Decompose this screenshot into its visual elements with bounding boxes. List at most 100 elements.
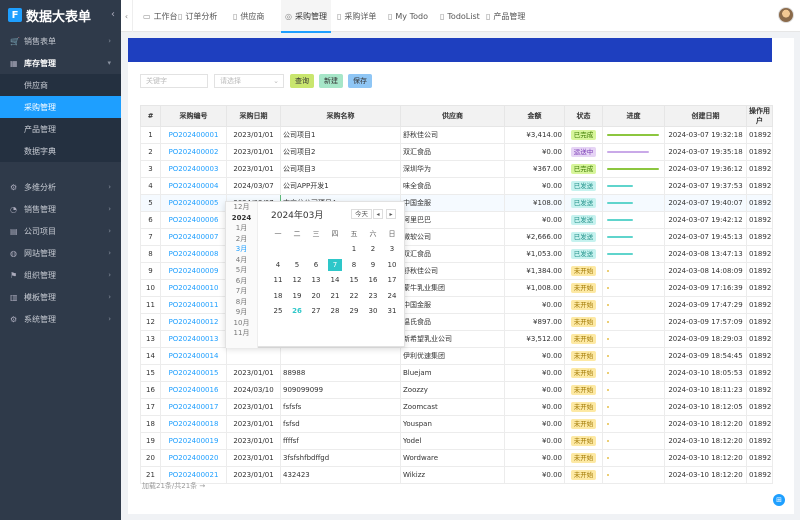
- table-row[interactable]: 19 PO202400019 2023/01/01 ffffsf Yodel ¥0.00 未…: [140, 432, 773, 450]
- column-header[interactable]: #: [140, 105, 161, 127]
- tab-item[interactable]: ▯ TodoList: [436, 0, 484, 32]
- calendar-day[interactable]: 24: [385, 290, 399, 302]
- month-option[interactable]: 9月: [226, 307, 257, 318]
- month-option[interactable]: 8月: [226, 297, 257, 308]
- table-row[interactable]: 20 PO202400020 2023/01/01 3fsfshfbdffgd Word…: [140, 449, 773, 467]
- keyword-input[interactable]: 关键字: [140, 74, 208, 88]
- calendar-day[interactable]: 2: [366, 243, 380, 255]
- purchase-code-link[interactable]: PO202400019: [160, 432, 227, 450]
- calendar-day[interactable]: 28: [328, 305, 342, 317]
- sidebar-item[interactable]: ▦ 库存管理 ▾: [0, 52, 121, 74]
- sidebar-item[interactable]: ◔ 销售管理 ›: [0, 198, 121, 220]
- purchase-code-link[interactable]: PO202400015: [160, 364, 227, 382]
- sidebar-subitem[interactable]: 供应商: [0, 74, 121, 96]
- calendar-day[interactable]: 30: [366, 305, 380, 317]
- purchase-code-link[interactable]: PO202400005: [160, 194, 227, 212]
- month-option[interactable]: 11月: [226, 328, 257, 339]
- purchase-code-link[interactable]: PO202400014: [160, 347, 227, 365]
- calendar-day[interactable]: 13: [309, 274, 323, 286]
- calendar-day[interactable]: 14: [328, 274, 342, 286]
- purchase-date[interactable]: 2023/01/01: [226, 466, 281, 484]
- calendar-day[interactable]: 17: [385, 274, 399, 286]
- purchase-name[interactable]: 公司项目1: [280, 126, 401, 144]
- purchase-code-link[interactable]: PO202400018: [160, 415, 227, 433]
- tab-item[interactable]: ▯ 订单分析: [174, 0, 221, 32]
- purchase-code-link[interactable]: PO202400017: [160, 398, 227, 416]
- purchase-date[interactable]: 2023/01/01: [226, 160, 281, 178]
- calendar-day[interactable]: 26: [290, 305, 304, 317]
- purchase-code-link[interactable]: PO202400009: [160, 262, 227, 280]
- save-button[interactable]: 保存: [348, 74, 372, 88]
- tab-item[interactable]: ▯ 产品管理: [482, 0, 529, 32]
- purchase-code-link[interactable]: PO202400016: [160, 381, 227, 399]
- calendar-day[interactable]: 22: [347, 290, 361, 302]
- purchase-code-link[interactable]: PO202400010: [160, 279, 227, 297]
- column-header[interactable]: 采购编号: [160, 105, 227, 127]
- purchase-name[interactable]: [280, 347, 401, 365]
- purchase-code-link[interactable]: PO202400012: [160, 313, 227, 331]
- date-picker-title[interactable]: 2024年03月: [271, 208, 323, 221]
- table-row[interactable]: 18 PO202400018 2023/01/01 fsfsd Youspan ¥0.00…: [140, 415, 773, 433]
- purchase-date[interactable]: 2024/03/10: [226, 381, 281, 399]
- calendar-day[interactable]: 18: [271, 290, 285, 302]
- column-header[interactable]: 供应商: [400, 105, 505, 127]
- tab-item[interactable]: ▯ My Todo: [384, 0, 432, 32]
- new-button[interactable]: 新建: [319, 74, 343, 88]
- purchase-date[interactable]: 2023/01/01: [226, 364, 281, 382]
- purchase-code-link[interactable]: PO202400020: [160, 449, 227, 467]
- purchase-date[interactable]: [226, 347, 281, 365]
- calendar-day[interactable]: 27: [309, 305, 323, 317]
- calendar-day[interactable]: 7: [328, 258, 342, 271]
- sidebar-item[interactable]: ⚑ 组织管理 ›: [0, 264, 121, 286]
- calendar-day[interactable]: 16: [366, 274, 380, 286]
- column-header[interactable]: 创建日期: [664, 105, 747, 127]
- tab-scroll-left-icon[interactable]: ‹: [121, 0, 133, 32]
- sidebar-subitem[interactable]: 采购管理: [0, 96, 121, 118]
- column-header[interactable]: 采购日期: [226, 105, 281, 127]
- table-row[interactable]: 14 PO202400014 伊利优速集团 ¥0.00 未开始 2024-03-09 18…: [140, 347, 773, 365]
- sidebar-item[interactable]: 🛒 销售表单 ›: [0, 30, 121, 52]
- month-option[interactable]: 1月: [226, 223, 257, 234]
- column-header[interactable]: 状态: [564, 105, 603, 127]
- purchase-code-link[interactable]: PO202400011: [160, 296, 227, 314]
- purchase-code-link[interactable]: PO202400004: [160, 177, 227, 195]
- purchase-date[interactable]: 2023/01/01: [226, 143, 281, 161]
- sidebar-item[interactable]: ◍ 网站管理 ›: [0, 242, 121, 264]
- purchase-code-link[interactable]: PO202400007: [160, 228, 227, 246]
- column-header[interactable]: 进度: [602, 105, 665, 127]
- column-header[interactable]: 金额: [504, 105, 565, 127]
- table-row[interactable]: 1 PO202400001 2023/01/01 公司项目1 舒秋佳公司 ¥3,414.0…: [140, 126, 773, 144]
- calendar-day[interactable]: 15: [347, 274, 361, 286]
- app-logo[interactable]: F 数据大表单: [0, 0, 121, 30]
- sidebar-item[interactable]: ▤ 公司项目 ›: [0, 220, 121, 242]
- purchase-code-link[interactable]: PO202400006: [160, 211, 227, 229]
- calendar-day[interactable]: 19: [290, 290, 304, 302]
- calendar-day[interactable]: 25: [271, 305, 285, 317]
- prev-month-icon[interactable]: ◂: [373, 209, 383, 219]
- calendar-day[interactable]: 23: [366, 290, 380, 302]
- purchase-name[interactable]: 432423: [280, 466, 401, 484]
- sidebar-subitem[interactable]: 数据字典: [0, 140, 121, 162]
- tab-item[interactable]: ▯ 供应商: [229, 0, 268, 32]
- calendar-day[interactable]: 11: [271, 274, 285, 286]
- purchase-name[interactable]: 公司项目2: [280, 143, 401, 161]
- purchase-date[interactable]: 2023/01/01: [226, 415, 281, 433]
- column-header[interactable]: 采购名称: [280, 105, 401, 127]
- calendar-day[interactable]: 5: [290, 259, 304, 271]
- month-option[interactable]: 4月: [226, 255, 257, 266]
- purchase-code-link[interactable]: PO202400001: [160, 126, 227, 144]
- table-row[interactable]: 3 PO202400003 2023/01/01 公司项目3 深圳华为 ¥367.00 已完…: [140, 160, 773, 178]
- month-option[interactable]: 6月: [226, 276, 257, 287]
- table-row[interactable]: 16 PO202400016 2024/03/10 909099099 Zoozzy ¥0…: [140, 381, 773, 399]
- month-option[interactable]: 10月: [226, 318, 257, 329]
- month-option[interactable]: 7月: [226, 286, 257, 297]
- calendar-day[interactable]: 10: [385, 259, 399, 271]
- month-option[interactable]: 2月: [226, 234, 257, 245]
- table-row[interactable]: 2 PO202400002 2023/01/01 公司项目2 双汇食品 ¥0.00 运送中 2…: [140, 143, 773, 161]
- collapse-sidebar-icon[interactable]: ‹: [111, 9, 115, 20]
- calendar-day[interactable]: 1: [347, 243, 361, 255]
- status-select[interactable]: 请选择 ⌄: [214, 74, 284, 88]
- tab-item[interactable]: ◎ 采购管理: [281, 0, 331, 33]
- calendar-day[interactable]: 4: [271, 259, 285, 271]
- table-row[interactable]: 15 PO202400015 2023/01/01 88988 Bluejam ¥0.00…: [140, 364, 773, 382]
